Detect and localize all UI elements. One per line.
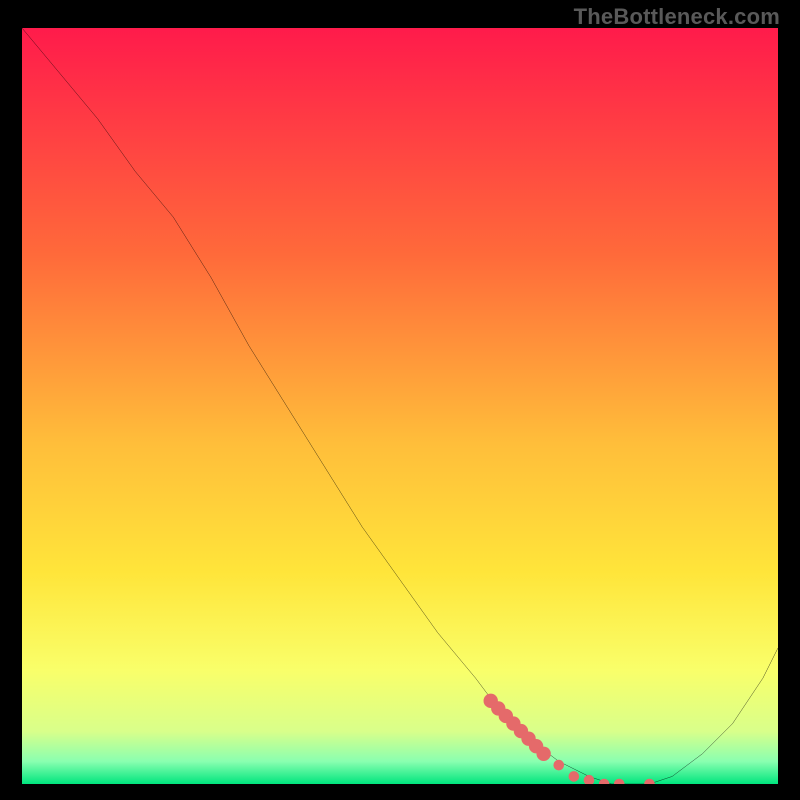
bottleneck-chart <box>22 28 778 784</box>
highlight-dot <box>569 771 580 782</box>
chart-frame: TheBottleneck.com <box>0 0 800 800</box>
highlight-dot <box>553 760 564 771</box>
watermark-text: TheBottleneck.com <box>574 4 780 30</box>
highlight-dot <box>536 747 550 761</box>
gradient-background <box>22 28 778 784</box>
